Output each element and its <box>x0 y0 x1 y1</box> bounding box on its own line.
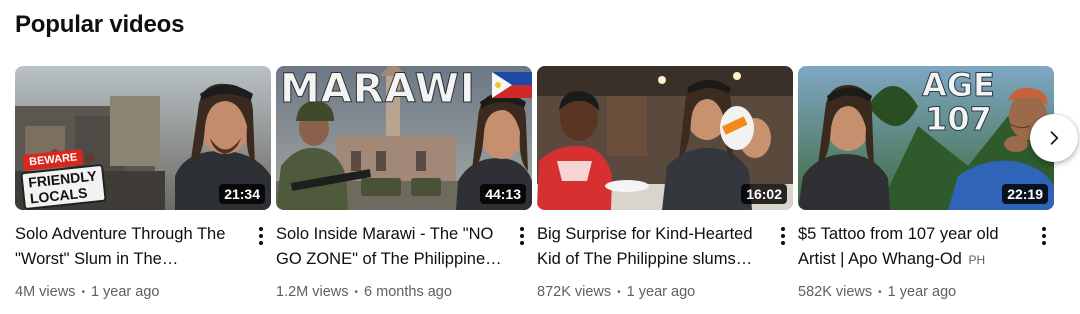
duration-badge: 22:19 <box>1002 184 1048 204</box>
video-stats: 1.2M views • 6 months ago <box>276 284 506 300</box>
video-thumbnail[interactable]: MARAWI 44:13 <box>276 66 532 210</box>
upload-age: 1 year ago <box>626 284 696 300</box>
thumbnail-overlay-text: MARAWI <box>280 66 476 113</box>
view-count: 1.2M views <box>276 284 349 300</box>
video-thumbnail[interactable]: 16:02 <box>537 66 793 210</box>
video-details: Solo Adventure Through The "Worst" Slum … <box>15 222 271 300</box>
separator-dot: • <box>354 286 359 298</box>
view-count: 582K views <box>798 284 873 300</box>
view-count: 4M views <box>15 284 76 300</box>
country-badge: PH <box>968 253 986 267</box>
video-title[interactable]: Solo Adventure Through The "Worst" Slum … <box>15 222 245 272</box>
video-stats: 582K views • 1 year ago <box>798 284 1028 300</box>
more-vert-icon[interactable] <box>773 224 793 248</box>
upload-age: 1 year ago <box>90 284 160 300</box>
section-title: Popular videos <box>15 11 185 38</box>
video-details: $5 Tattoo from 107 year old Artist | Apo… <box>798 222 1054 300</box>
thumbnail-overlay-text: AGE 107 <box>922 66 996 138</box>
video-card[interactable]: 16:02 Big Surprise for Kind-Hearted Kid … <box>537 66 793 300</box>
upload-age: 6 months ago <box>364 284 452 300</box>
video-card[interactable]: BEWARE FRIENDLY LOCALS 21:34 Solo Advent… <box>15 66 271 300</box>
separator-dot: • <box>878 286 882 298</box>
video-title-wrapper[interactable]: $5 Tattoo from 107 year old Artist | Apo… <box>798 222 1028 272</box>
overlay-107: 107 <box>925 100 993 138</box>
video-card[interactable]: AGE 107 22:19 $5 Tattoo from 107 year ol… <box>798 66 1054 300</box>
separator-dot: • <box>617 286 621 298</box>
more-vert-icon[interactable] <box>251 224 271 248</box>
video-thumbnail[interactable]: AGE 107 22:19 <box>798 66 1054 210</box>
overlay-age: AGE <box>922 66 996 104</box>
video-details: Solo Inside Marawi - The "NO GO ZONE" of… <box>276 222 532 300</box>
video-details: Big Surprise for Kind-Hearted Kid of The… <box>537 222 793 300</box>
upload-age: 1 year ago <box>887 284 957 300</box>
thumbnail-overlay-text: BEWARE FRIENDLY LOCALS <box>18 145 107 210</box>
video-stats: 4M views • 1 year ago <box>15 284 245 300</box>
more-vert-icon[interactable] <box>1034 224 1054 248</box>
more-vert-icon[interactable] <box>512 224 532 248</box>
video-title[interactable]: Solo Inside Marawi - The "NO GO ZONE" of… <box>276 222 506 272</box>
video-stats: 872K views • 1 year ago <box>537 284 767 300</box>
video-thumbnail[interactable]: BEWARE FRIENDLY LOCALS 21:34 <box>15 66 271 210</box>
duration-badge: 44:13 <box>480 184 526 204</box>
video-title[interactable]: Big Surprise for Kind-Hearted Kid of The… <box>537 222 767 272</box>
duration-badge: 21:34 <box>219 184 265 204</box>
video-card[interactable]: MARAWI 44:13 Solo Inside Marawi - The "N… <box>276 66 532 300</box>
view-count: 872K views <box>537 284 612 300</box>
chevron-right-icon <box>1050 131 1059 145</box>
duration-badge: 16:02 <box>741 184 787 204</box>
separator-dot: • <box>81 286 85 298</box>
shelf-next-button[interactable] <box>1030 114 1078 162</box>
